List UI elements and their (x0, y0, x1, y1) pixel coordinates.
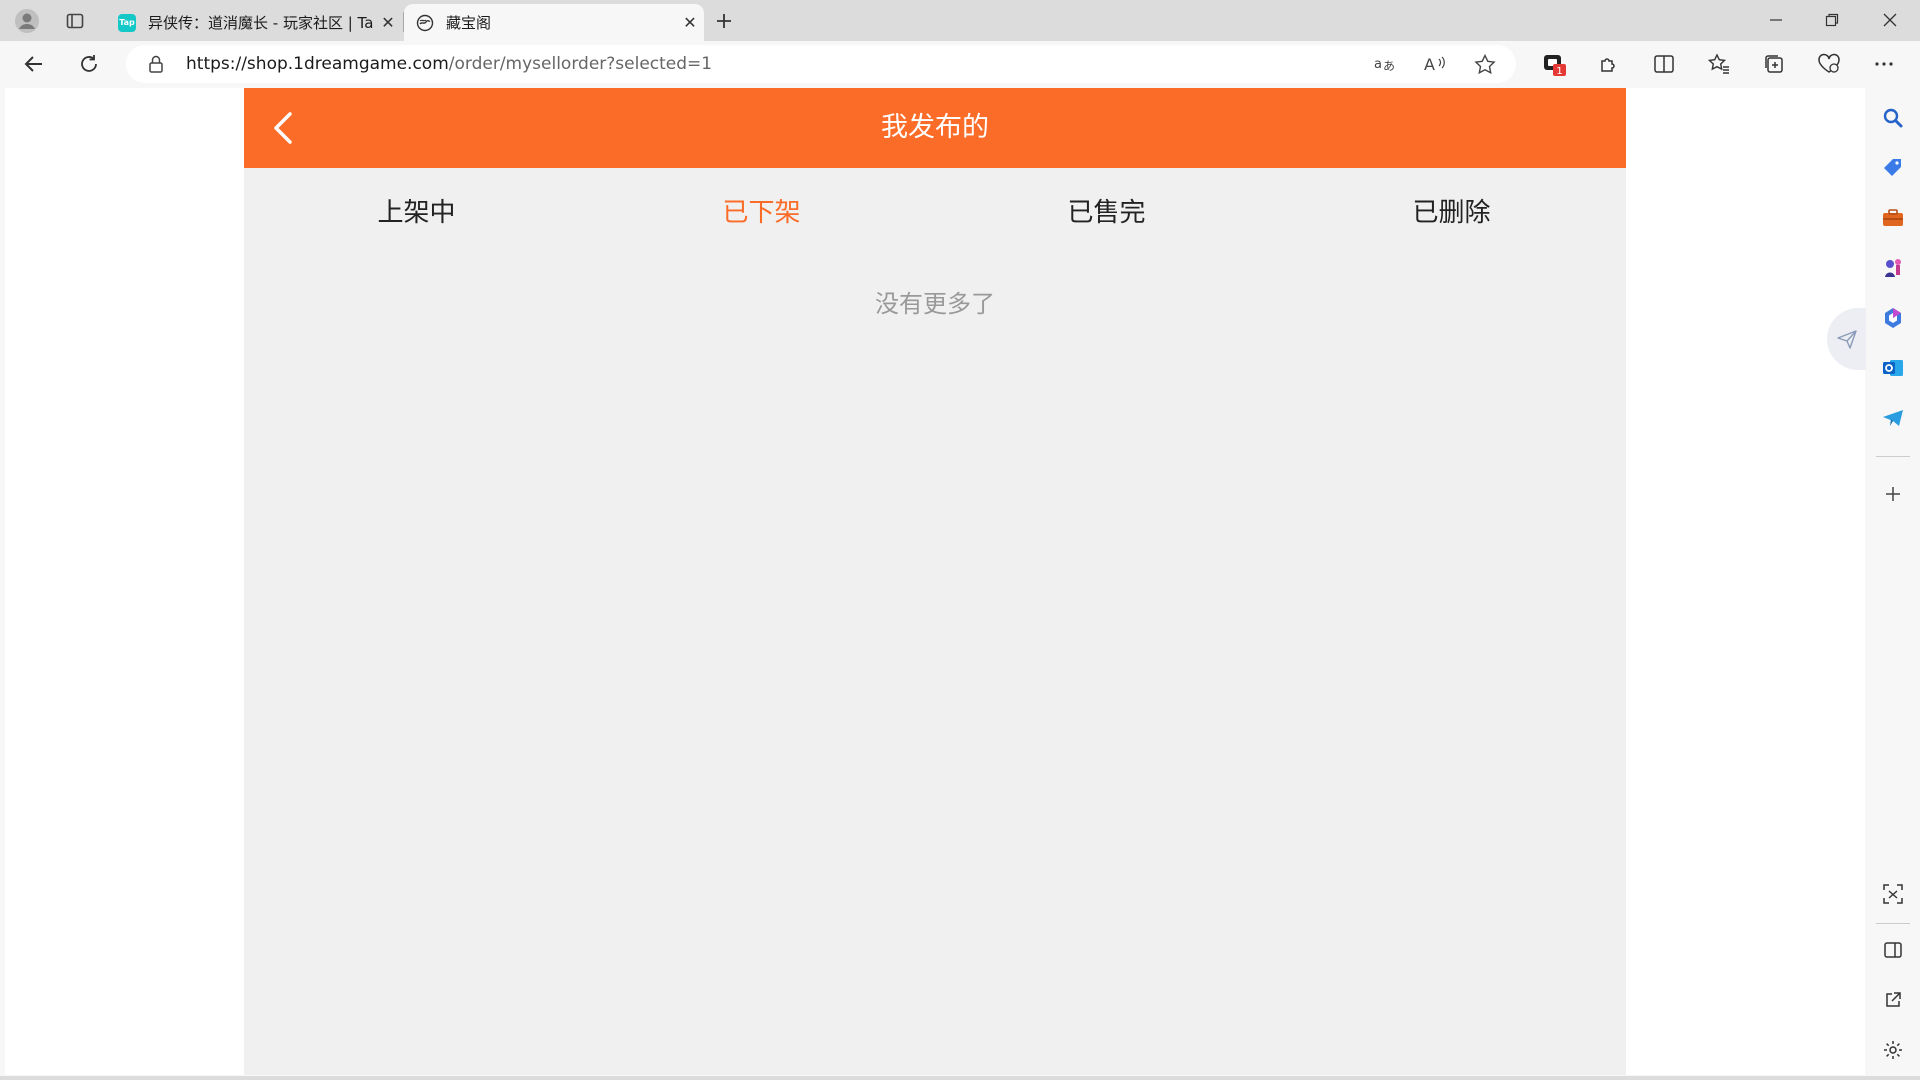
svg-text:あ: あ (1383, 59, 1395, 73)
sidebar-toggle-icon[interactable] (1879, 936, 1907, 964)
extension-icon[interactable]: 1 (1537, 47, 1571, 81)
svg-text:1: 1 (1556, 66, 1562, 77)
more-options-icon[interactable] (1867, 47, 1901, 81)
tab-title: 藏宝阁 (446, 14, 492, 32)
tools-briefcase-icon[interactable] (1879, 204, 1907, 232)
refresh-icon[interactable] (72, 47, 106, 81)
new-tab-icon[interactable] (709, 6, 739, 36)
lock-icon[interactable] (148, 55, 164, 77)
status-tabs: 上架中 已下架 已售完 已删除 (244, 168, 1626, 258)
tab-title: 异侠传：道消魔长 - 玩家社区 | Ta (148, 14, 374, 32)
close-tab-icon[interactable]: ✕ (374, 13, 402, 32)
edge-sidebar (1866, 88, 1920, 1075)
svg-text:A: A (1424, 55, 1435, 74)
games-chess-icon[interactable] (1879, 254, 1907, 282)
shopping-tag-icon[interactable] (1879, 154, 1907, 182)
page-header: 我发布的 (244, 88, 1626, 168)
read-aloud-icon[interactable]: A (1424, 54, 1446, 78)
back-icon[interactable] (17, 47, 51, 81)
tab-sold-out[interactable]: 已售完 (934, 168, 1279, 258)
close-window-icon[interactable] (1862, 0, 1918, 40)
tab-on-sale[interactable]: 上架中 (244, 168, 589, 258)
microsoft-365-icon[interactable] (1879, 304, 1907, 332)
restore-icon[interactable] (1804, 0, 1860, 40)
tab-yixiazhuan[interactable]: Tap 异侠传：道消魔长 - 玩家社区 | Ta ✕ (106, 4, 402, 41)
sidebar-divider (1876, 456, 1910, 457)
page-title: 我发布的 (881, 112, 989, 143)
extensions-puzzle-icon[interactable] (1592, 47, 1626, 81)
tab-deleted[interactable]: 已删除 (1279, 168, 1624, 258)
url-text[interactable]: https://shop.1dreamgame.com/order/mysell… (186, 45, 712, 83)
screenshot-icon[interactable] (1879, 880, 1907, 908)
svg-text:a: a (1374, 57, 1382, 72)
add-icon[interactable] (1879, 480, 1907, 508)
browser-toolbar: https://shop.1dreamgame.com/order/mysell… (0, 41, 1920, 86)
tab-removed[interactable]: 已下架 (589, 168, 934, 258)
sell-order-page: 我发布的 上架中 已下架 已售完 已删除 没有更多了 (244, 88, 1626, 1075)
close-tab-icon[interactable]: ✕ (676, 13, 704, 32)
window-bottom-edge (0, 1076, 1920, 1080)
outlook-icon[interactable] (1879, 354, 1907, 382)
translate-icon[interactable]: aあ (1374, 54, 1396, 78)
address-bar[interactable]: https://shop.1dreamgame.com/order/mysell… (126, 45, 1516, 83)
tab-cangbaoge[interactable]: 藏宝阁 ✕ (404, 4, 704, 41)
tab-actions-icon[interactable] (60, 6, 90, 36)
browser-essentials-icon[interactable] (1812, 47, 1846, 81)
open-external-icon[interactable] (1879, 986, 1907, 1014)
empty-list-text: 没有更多了 (875, 290, 995, 318)
telegram-send-icon[interactable] (1879, 404, 1907, 432)
search-icon[interactable] (1879, 104, 1907, 132)
profile-icon[interactable] (12, 6, 42, 36)
taptap-favicon-icon: Tap (118, 13, 136, 32)
settings-gear-icon[interactable] (1879, 1036, 1907, 1064)
favorites-icon[interactable] (1702, 47, 1736, 81)
favorite-star-icon[interactable] (1474, 53, 1496, 78)
site-favicon-icon (416, 14, 434, 32)
collections-icon[interactable] (1757, 47, 1791, 81)
sidebar-divider (1876, 923, 1910, 924)
tab-strip: Tap 异侠传：道消魔长 - 玩家社区 | Ta ✕ 藏宝阁 ✕ (0, 0, 1920, 41)
split-screen-icon[interactable] (1647, 47, 1681, 81)
minimize-icon[interactable] (1748, 0, 1804, 40)
